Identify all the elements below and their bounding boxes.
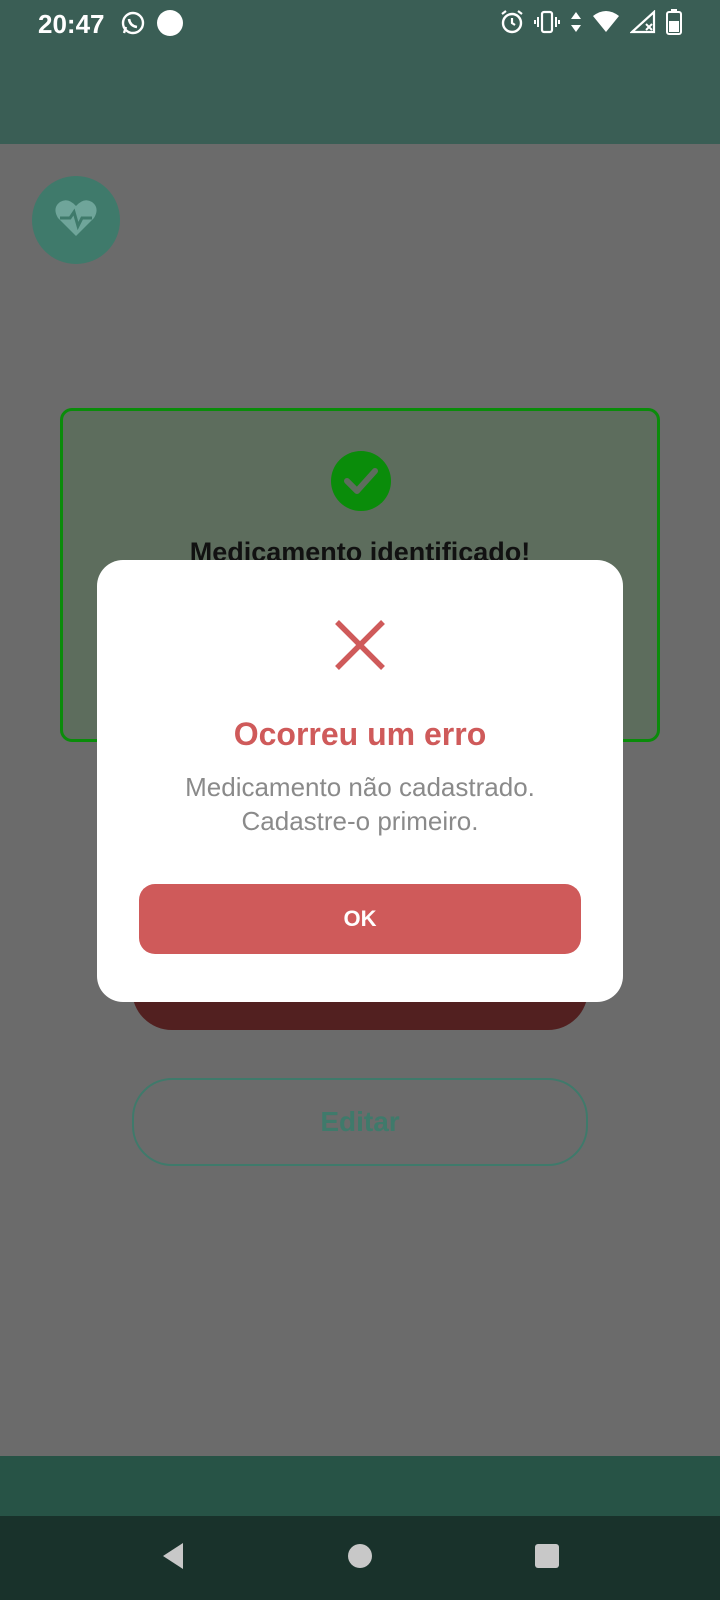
status-icons-right — [500, 9, 682, 40]
back-button[interactable] — [143, 1528, 203, 1588]
status-bar: 20:47 — [0, 0, 720, 48]
recents-icon — [534, 1543, 560, 1574]
dialog-message-line-2: Cadastre-o primeiro. — [241, 806, 479, 836]
dialog-message-line-1: Medicamento não cadastrado. — [185, 772, 535, 802]
error-x-icon — [333, 618, 387, 672]
back-icon — [159, 1541, 187, 1576]
recents-button[interactable] — [517, 1528, 577, 1588]
notification-dot-icon — [156, 9, 184, 42]
signal-icon — [629, 9, 656, 39]
data-arrows-icon — [570, 10, 582, 39]
app-bar — [0, 48, 720, 144]
app-logo — [32, 176, 120, 264]
dialog-title: Ocorreu um erro — [233, 716, 487, 752]
navigation-bar — [0, 1516, 720, 1600]
alarm-icon — [500, 9, 524, 40]
whatsapp-icon — [120, 10, 146, 41]
dialog-message: Medicamento não cadastrado. Cadastre-o p… — [137, 770, 583, 838]
wifi-icon — [592, 10, 620, 39]
ok-button[interactable]: OK — [139, 884, 581, 954]
status-time: 20:47 — [38, 9, 105, 39]
check-circle-icon — [331, 451, 391, 511]
vibrate-icon — [534, 9, 560, 40]
home-icon — [347, 1543, 373, 1574]
battery-icon — [666, 9, 682, 40]
status-icons-left — [120, 9, 184, 42]
edit-button[interactable]: Editar — [132, 1078, 588, 1166]
heart-pulse-icon — [54, 198, 98, 243]
home-button[interactable] — [330, 1528, 390, 1588]
bottom-bar — [0, 1456, 720, 1516]
error-dialog: Ocorreu um erro Medicamento não cadastra… — [97, 560, 623, 1002]
